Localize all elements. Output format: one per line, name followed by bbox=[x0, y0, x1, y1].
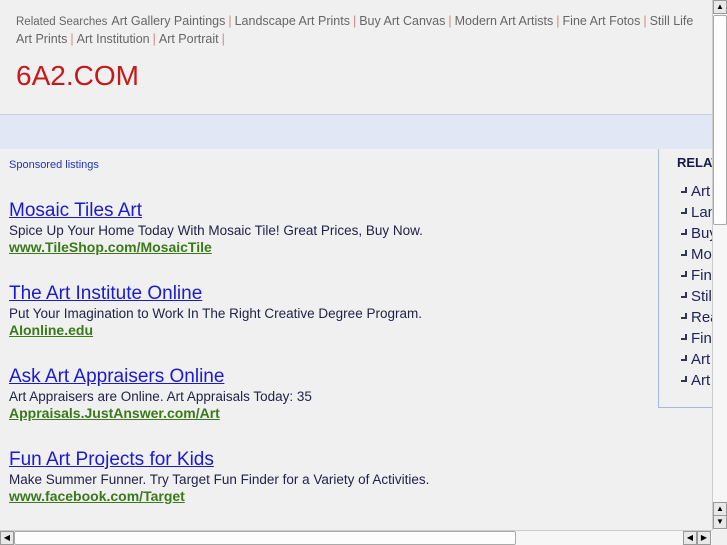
sidebar-item[interactable]: Fin bbox=[659, 330, 712, 351]
related-link[interactable]: Art Gallery Paintings bbox=[111, 14, 225, 28]
sidebar-item[interactable]: Moc bbox=[659, 246, 712, 267]
ad-description: Make Summer Funner. Try Target Fun Finde… bbox=[9, 472, 430, 487]
ad-title[interactable]: The Art Institute Online bbox=[9, 283, 422, 305]
ad-listing: The Art Institute Online Put Your Imagina… bbox=[9, 283, 422, 339]
vertical-scroll-thumb[interactable] bbox=[713, 15, 727, 225]
ad-description: Spice Up Your Home Today With Mosaic Til… bbox=[9, 223, 423, 238]
ad-url[interactable]: www.TileShop.com/MosaicTile bbox=[9, 239, 423, 256]
related-link[interactable]: Buy Art Canvas bbox=[359, 14, 445, 28]
vertical-scrollbar[interactable]: ▲ ▲ ▼ bbox=[712, 0, 727, 530]
sidebar-item[interactable]: Stil bbox=[659, 288, 712, 309]
horizontal-scroll-thumb[interactable] bbox=[14, 531, 516, 545]
related-searches: Related Searches Art Gallery Paintings | La… bbox=[16, 14, 694, 46]
ad-title[interactable]: Ask Art Appraisers Online bbox=[9, 366, 312, 388]
ad-url[interactable]: www.facebook.com/Target bbox=[9, 488, 429, 505]
ad-url[interactable]: Appraisals.JustAnswer.com/Art bbox=[9, 405, 312, 422]
related-link[interactable]: Landscape Art Prints bbox=[235, 14, 350, 28]
related-searches-label: Related Searches bbox=[16, 16, 108, 28]
scroll-up-arrow-icon[interactable]: ▲ bbox=[713, 502, 727, 516]
scroll-down-arrow-icon[interactable]: ▼ bbox=[713, 515, 727, 529]
sponsored-label: Sponsored listings bbox=[9, 159, 99, 171]
scroll-left-arrow-icon[interactable]: ◀ bbox=[0, 531, 14, 545]
ad-description: Art Appraisers are Online. Art Appraisal… bbox=[9, 389, 312, 404]
ad-listing: Mosaic Tiles Art Spice Up Your Home Today… bbox=[9, 200, 423, 256]
ad-title[interactable]: Fun Art Projects for Kids bbox=[9, 449, 429, 471]
related-link[interactable]: Fine Art Fotos bbox=[563, 14, 641, 28]
related-link[interactable]: Art Portrait bbox=[159, 32, 219, 46]
sidebar-item[interactable]: Buy bbox=[659, 225, 712, 246]
header-band bbox=[0, 114, 712, 149]
related-link[interactable]: Modern Art Artists bbox=[455, 14, 554, 28]
ad-title[interactable]: Mosaic Tiles Art bbox=[9, 200, 423, 222]
ad-listing: Fun Art Projects for Kids Make Summer Fun… bbox=[9, 449, 429, 505]
sidebar-item[interactable]: Art bbox=[659, 183, 712, 204]
ad-description: Put Your Imagination to Work In The Righ… bbox=[9, 306, 422, 321]
sidebar-item[interactable]: Lan bbox=[659, 204, 712, 225]
related-link[interactable]: Art Institution bbox=[77, 32, 150, 46]
ad-url[interactable]: AIonline.edu bbox=[9, 322, 422, 339]
sidebar-item[interactable]: Art bbox=[659, 351, 712, 372]
sidebar-item[interactable]: Art bbox=[659, 372, 712, 393]
related-sidebar: RELAT Art Lan Buy Moc Fin Stil Rea Fin A… bbox=[658, 149, 712, 408]
scroll-left-arrow-icon[interactable]: ◀ bbox=[683, 531, 697, 545]
ad-listing: Ask Art Appraisers Online Art Appraisers … bbox=[9, 366, 312, 422]
scroll-right-arrow-icon[interactable]: ▶ bbox=[697, 531, 711, 545]
sidebar-item[interactable]: Fin bbox=[659, 267, 712, 288]
horizontal-scrollbar[interactable]: ◀ ◀ ▶ bbox=[0, 530, 712, 545]
site-logo[interactable]: 6A2.COM bbox=[16, 60, 139, 92]
scroll-up-arrow-icon[interactable]: ▲ bbox=[713, 0, 727, 14]
sidebar-title: RELAT bbox=[677, 155, 712, 170]
sidebar-item[interactable]: Rea bbox=[659, 309, 712, 330]
